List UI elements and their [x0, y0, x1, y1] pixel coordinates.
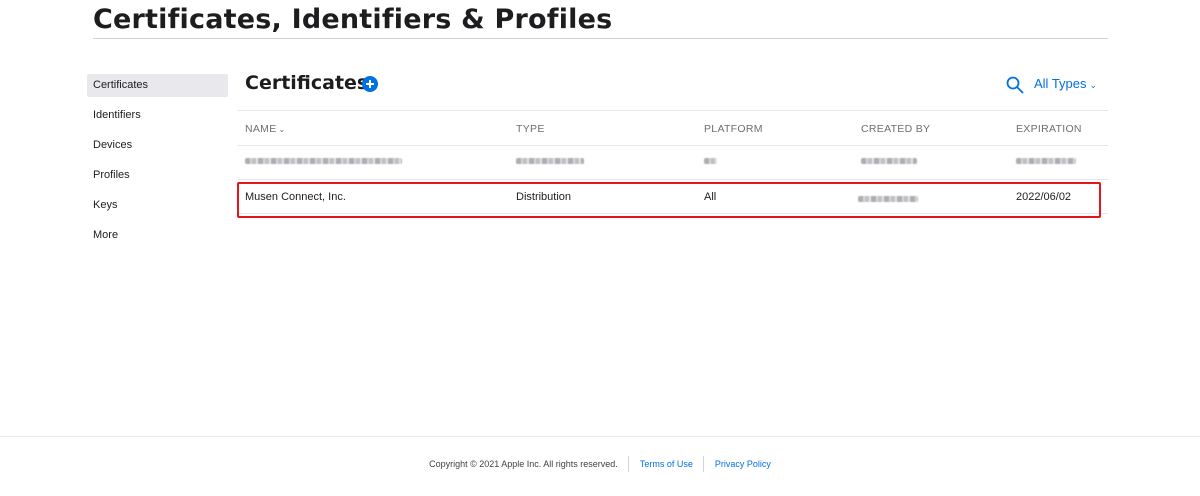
footer-divider [0, 436, 1200, 437]
add-certificate-button[interactable] [362, 76, 378, 92]
redacted-name [245, 158, 402, 164]
column-header-name[interactable]: NAME ⌄ [245, 123, 286, 135]
highlight-annotation-box [237, 182, 1101, 218]
column-header-type[interactable]: TYPE [516, 123, 545, 135]
chevron-down-icon: ⌄ [1089, 80, 1098, 90]
sidebar-item-identifiers[interactable]: Identifiers [87, 104, 228, 127]
row-divider [238, 179, 1108, 180]
search-icon [1006, 76, 1024, 94]
copyright-text: Copyright © 2021 Apple Inc. All rights r… [429, 459, 618, 469]
sidebar-item-devices[interactable]: Devices [87, 134, 228, 157]
header-divider [238, 145, 1108, 146]
title-divider [93, 38, 1108, 39]
sidebar-item-certificates[interactable]: Certificates [87, 74, 228, 97]
type-filter-label: All Types [1034, 76, 1087, 91]
sidebar-item-more[interactable]: More [87, 224, 228, 247]
sidebar-item-keys[interactable]: Keys [87, 194, 228, 217]
terms-of-use-link[interactable]: Terms of Use [640, 459, 693, 469]
column-header-name-label: NAME [245, 123, 277, 135]
privacy-policy-link[interactable]: Privacy Policy [715, 459, 771, 469]
redacted-type [516, 158, 584, 164]
type-filter-select[interactable]: All Types ⌄ [1034, 76, 1097, 91]
sidebar-item-profiles[interactable]: Profiles [87, 164, 228, 187]
footer: Copyright © 2021 Apple Inc. All rights r… [0, 456, 1200, 472]
column-header-expiration[interactable]: EXPIRATION [1016, 123, 1082, 135]
column-header-platform[interactable]: PLATFORM [704, 123, 763, 135]
redacted-platform [704, 158, 717, 164]
chevron-down-icon: ⌄ [278, 125, 286, 134]
footer-separator [703, 456, 705, 472]
table-top-divider [238, 110, 1108, 111]
column-header-created-by[interactable]: CREATED BY [861, 123, 930, 135]
section-title: Certificates [245, 72, 369, 94]
search-button[interactable] [1006, 76, 1024, 94]
redacted-expiration [1016, 158, 1076, 164]
redacted-created-by [861, 158, 917, 164]
page-title: Certificates, Identifiers & Profiles [93, 4, 613, 35]
sidebar: Certificates Identifiers Devices Profile… [87, 74, 228, 254]
footer-separator [628, 456, 630, 472]
